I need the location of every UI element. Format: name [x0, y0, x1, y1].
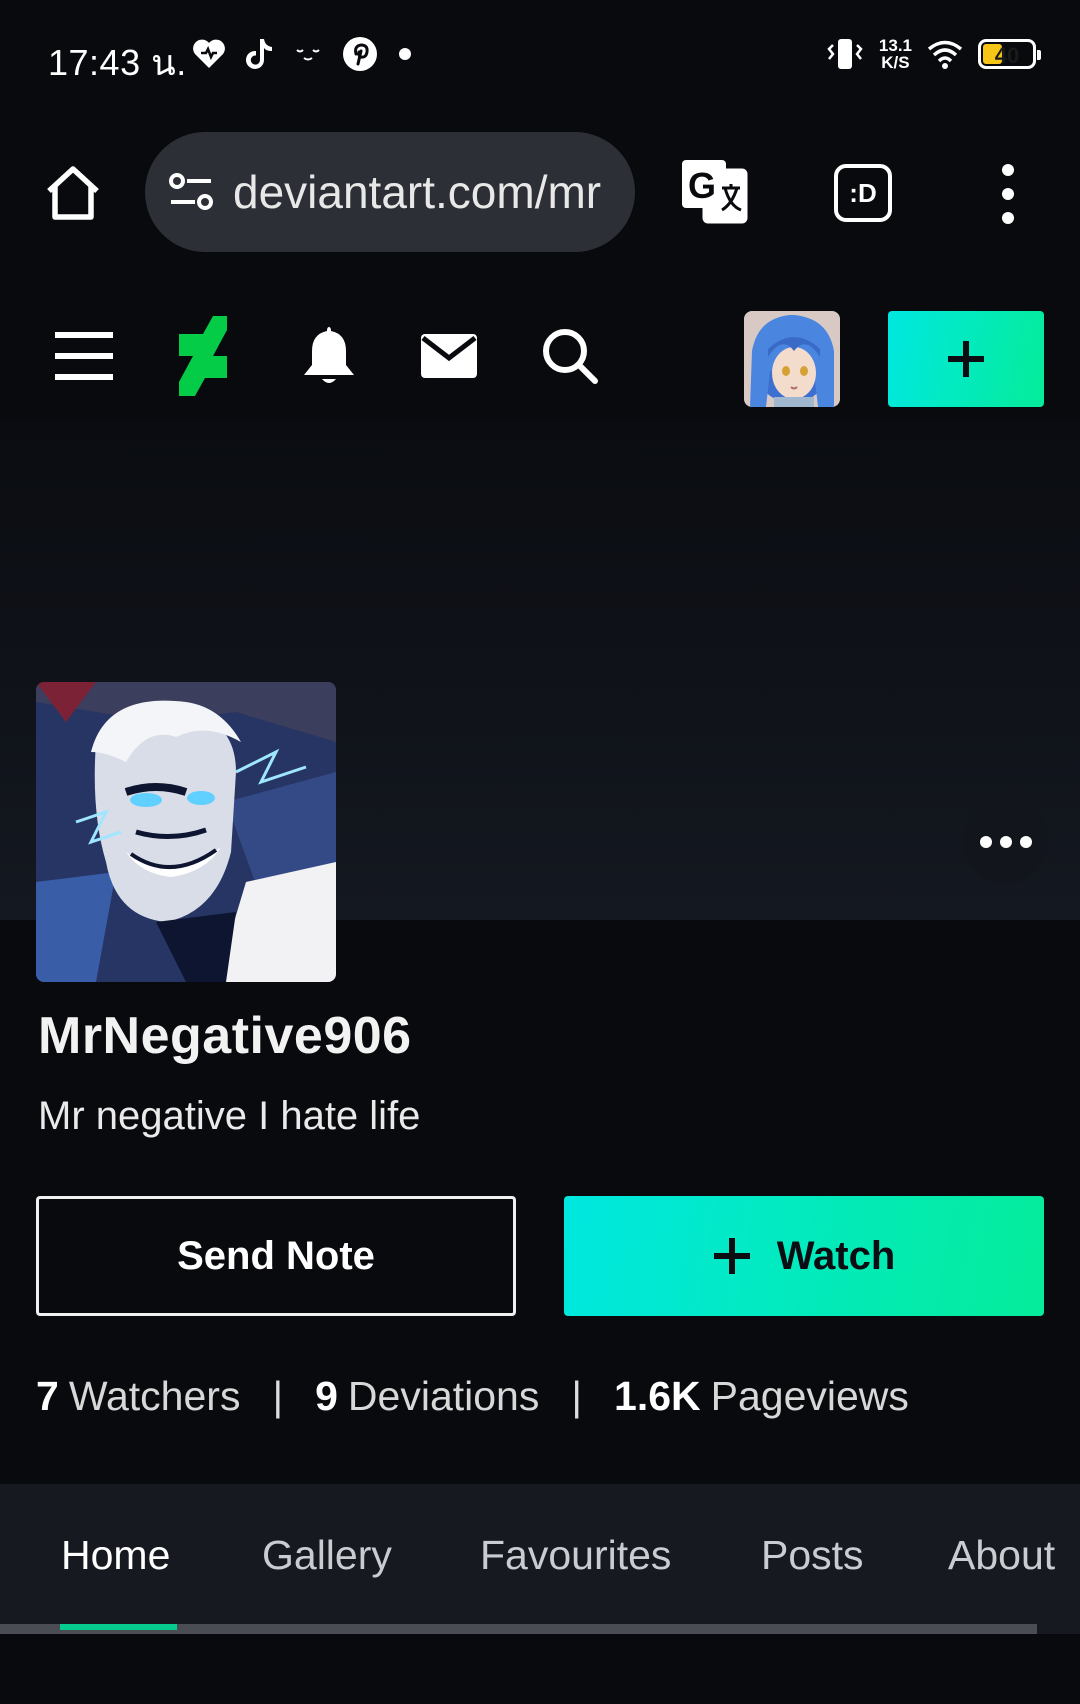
stat-separator: |: [571, 1372, 583, 1419]
anime-avatar-image: [744, 311, 840, 407]
wifi-icon: [927, 40, 963, 69]
profile-username: MrNegative906: [38, 1007, 412, 1065]
profile-more-button[interactable]: [964, 800, 1048, 884]
profile-avatar[interactable]: [36, 682, 336, 982]
plus-icon: [713, 1238, 750, 1274]
tiktok-icon: [246, 39, 272, 69]
deviantart-extension-button[interactable]: :D: [834, 164, 892, 222]
profile-avatar-image: [36, 682, 336, 982]
user-avatar[interactable]: [744, 311, 840, 407]
address-bar[interactable]: deviantart.com/mr: [145, 132, 635, 252]
translate-icon: G: [682, 160, 748, 224]
stat-separator: |: [272, 1372, 284, 1419]
status-time: 17:43 น.: [48, 42, 187, 83]
stat-label: Pageviews: [710, 1372, 909, 1419]
dot-icon: [399, 48, 411, 60]
network-speed: 13.1 K/S: [879, 37, 912, 71]
translate-button[interactable]: G: [678, 156, 750, 228]
tab-home[interactable]: Home: [61, 1532, 170, 1579]
stat-value: 7: [36, 1372, 59, 1419]
tab-gallery[interactable]: Gallery: [262, 1532, 392, 1579]
mail-icon: [421, 334, 477, 378]
menu-icon: [55, 332, 113, 380]
status-bar: 17:43 น. 13.1 K/S 40: [0, 0, 1080, 110]
notification-icons: [192, 34, 412, 74]
heart-icon: [193, 39, 225, 68]
network-speed-value: 13.1: [878, 36, 912, 55]
deviantart-logo-icon: [179, 316, 227, 396]
notifications-button[interactable]: [294, 316, 364, 396]
site-header: [0, 296, 1080, 420]
screen: 17:43 น. 13.1 K/S 40 deviantart.com/mr G…: [0, 0, 1080, 1704]
site-settings-icon[interactable]: [167, 172, 215, 212]
url-text: deviantart.com/mr: [233, 166, 602, 218]
network-speed-unit: K/S: [881, 53, 910, 72]
profile-tabs: Home Gallery Favourites Posts About: [0, 1484, 1080, 1634]
face-icon: [296, 49, 320, 61]
vibrate-icon: [827, 39, 863, 69]
battery-level: 40: [994, 43, 1020, 68]
tab-about[interactable]: About: [948, 1532, 1055, 1579]
deviantart-logo-link[interactable]: [168, 316, 238, 396]
browser-menu-button[interactable]: [990, 164, 1026, 224]
profile-tagline: Mr negative I hate life: [38, 1094, 421, 1138]
tab-posts[interactable]: Posts: [761, 1532, 864, 1579]
home-button[interactable]: [38, 158, 108, 228]
home-icon: [47, 166, 99, 220]
active-tab-indicator: [60, 1624, 177, 1630]
browser-toolbar: deviantart.com/mr G :D: [0, 120, 1080, 260]
send-note-button[interactable]: Send Note: [36, 1196, 516, 1316]
stat-pageviews: 1.6K Pageviews: [614, 1373, 909, 1420]
stat-deviations[interactable]: 9 Deviations: [315, 1373, 539, 1420]
search-button[interactable]: [535, 316, 605, 396]
plus-icon: [948, 341, 984, 377]
menu-button[interactable]: [49, 316, 119, 396]
create-button[interactable]: [888, 311, 1044, 407]
svg-text:G: G: [688, 165, 716, 206]
stat-value: 1.6K: [614, 1372, 701, 1419]
profile-stats: 7 Watchers | 9 Deviations | 1.6K Pageviews: [36, 1366, 909, 1426]
stat-watchers[interactable]: 7 Watchers: [36, 1373, 240, 1420]
pinterest-icon: [343, 37, 377, 71]
search-icon: [543, 329, 598, 384]
watch-label: Watch: [776, 1233, 896, 1278]
stat-label: Watchers: [68, 1372, 241, 1419]
battery-icon: 40: [978, 39, 1041, 69]
watch-button[interactable]: Watch: [564, 1196, 1044, 1316]
system-icons: 13.1 K/S 40: [825, 32, 1041, 76]
stat-label: Deviations: [347, 1372, 540, 1419]
stat-value: 9: [315, 1372, 338, 1419]
messages-button[interactable]: [414, 316, 484, 396]
tab-favourites[interactable]: Favourites: [480, 1532, 671, 1579]
bell-icon: [304, 327, 354, 383]
